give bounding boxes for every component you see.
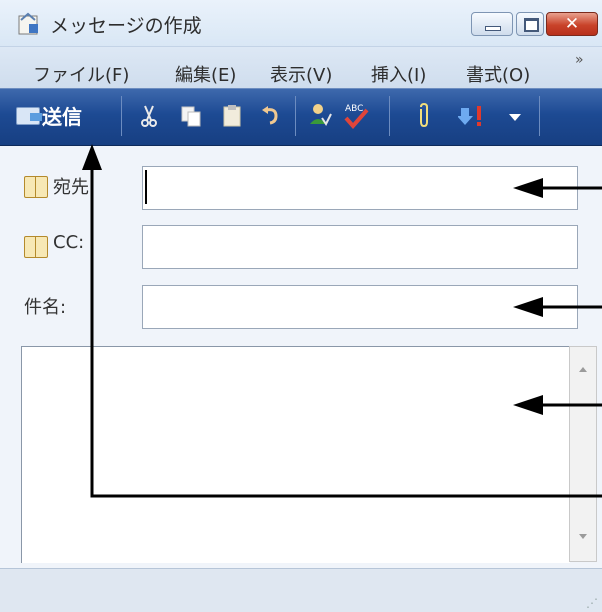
arrow-message-body	[513, 395, 602, 415]
annotation-arrows	[82, 144, 602, 498]
arrow-subject-field	[513, 297, 602, 317]
arrow-to-field	[513, 178, 602, 198]
arrow-send-button	[82, 144, 602, 498]
compose-window: メッセージの作成 ✕ ファイル(F) 編集(E) 表示(V) 挿入(I) 書式(…	[0, 0, 602, 612]
